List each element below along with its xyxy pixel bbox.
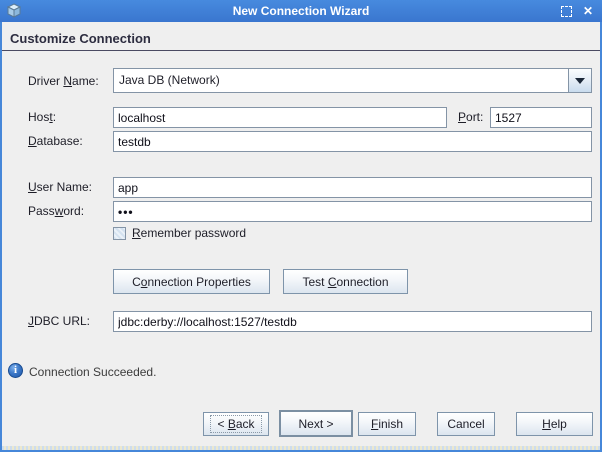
label-text: ord: — [63, 204, 85, 218]
label-mnemonic: P — [458, 110, 467, 124]
info-icon: i — [8, 363, 23, 378]
finish-button[interactable]: Finish — [358, 412, 416, 436]
test-connection-button[interactable]: Test Connection — [283, 269, 408, 294]
chevron-down-icon — [575, 77, 585, 84]
connection-properties-button[interactable]: Connection Properties — [113, 269, 270, 294]
driver-dropdown-button[interactable] — [568, 69, 591, 92]
remember-password-label[interactable]: Remember password — [132, 226, 246, 240]
page-title: Customize Connection — [10, 31, 151, 46]
title-bar[interactable]: New Connection Wizard ✕ — [0, 0, 602, 22]
label-text: : — [52, 110, 57, 124]
password-input[interactable] — [113, 201, 592, 222]
port-label: Port: — [458, 110, 483, 124]
button-label: Help — [542, 417, 567, 431]
info-icon-glyph: i — [13, 364, 18, 376]
label-mnemonic: U — [28, 180, 37, 194]
label-mnemonic: R — [132, 226, 141, 240]
window-controls: ✕ — [560, 0, 593, 22]
driver-name-select[interactable]: Java DB (Network) — [113, 68, 592, 93]
label-text: < — [217, 417, 228, 431]
label-text: inish — [378, 417, 404, 431]
user-name-label: User Name: — [28, 180, 92, 194]
button-label: < Back — [210, 415, 262, 433]
label-mnemonic: H — [542, 417, 551, 431]
button-label: Cancel — [447, 417, 484, 431]
label-mnemonic: B — [227, 417, 236, 431]
label-text: elp — [550, 417, 567, 431]
label-mnemonic: D — [28, 134, 37, 148]
label-text: onnection — [336, 274, 389, 289]
button-label: Next > — [298, 417, 333, 431]
button-label: Test Connection — [302, 275, 388, 289]
label-text: Cancel — [447, 417, 485, 431]
label-text: atabase: — [36, 134, 83, 148]
button-label: Finish — [371, 417, 403, 431]
label-text: Pass — [28, 204, 55, 218]
window-title: New Connection Wizard — [232, 4, 370, 18]
jdbc-url-input[interactable] — [113, 311, 592, 332]
close-button[interactable]: ✕ — [583, 5, 593, 17]
database-label: Database: — [28, 134, 83, 148]
label-text: Test — [302, 274, 328, 289]
cancel-button[interactable]: Cancel — [437, 412, 495, 436]
port-input[interactable] — [490, 107, 592, 128]
host-label: Host: — [28, 110, 56, 124]
label-text: ack — [235, 417, 255, 431]
label-mnemonic: N — [63, 74, 73, 88]
label-text: emember password — [140, 226, 247, 240]
label-text: Driver — [28, 74, 64, 88]
driver-name-value: Java DB (Network) — [119, 73, 220, 87]
user-name-input[interactable] — [113, 177, 592, 198]
back-button[interactable]: < Back — [203, 412, 269, 436]
label-text: C — [132, 274, 141, 289]
database-input[interactable] — [113, 131, 592, 152]
status-message: Connection Succeeded. — [29, 365, 157, 379]
window-border-left — [0, 0, 2, 452]
next-button[interactable]: Next > — [279, 410, 353, 437]
button-label: Connection Properties — [132, 275, 251, 289]
host-input[interactable] — [113, 107, 447, 128]
label-text: ame: — [72, 74, 99, 88]
password-label: Password: — [28, 204, 84, 218]
close-icon: ✕ — [582, 4, 593, 18]
label-text: nnection Properties — [147, 274, 251, 289]
new-connection-wizard-dialog: New Connection Wizard ✕ Customize Connec… — [0, 0, 602, 452]
driver-name-label: Driver Name: — [28, 74, 99, 88]
label-text: Next > — [298, 416, 334, 431]
help-button[interactable]: Help — [516, 412, 593, 436]
label-text: ser Name: — [36, 180, 93, 194]
jdbc-url-label: JDBC URL: — [28, 314, 90, 328]
maximize-button[interactable] — [560, 5, 572, 17]
label-text: ort: — [466, 110, 484, 124]
label-text: Hos — [28, 110, 50, 124]
header-separator — [0, 50, 602, 51]
label-text: DBC URL: — [34, 314, 91, 328]
remember-password-checkbox[interactable] — [113, 227, 126, 240]
